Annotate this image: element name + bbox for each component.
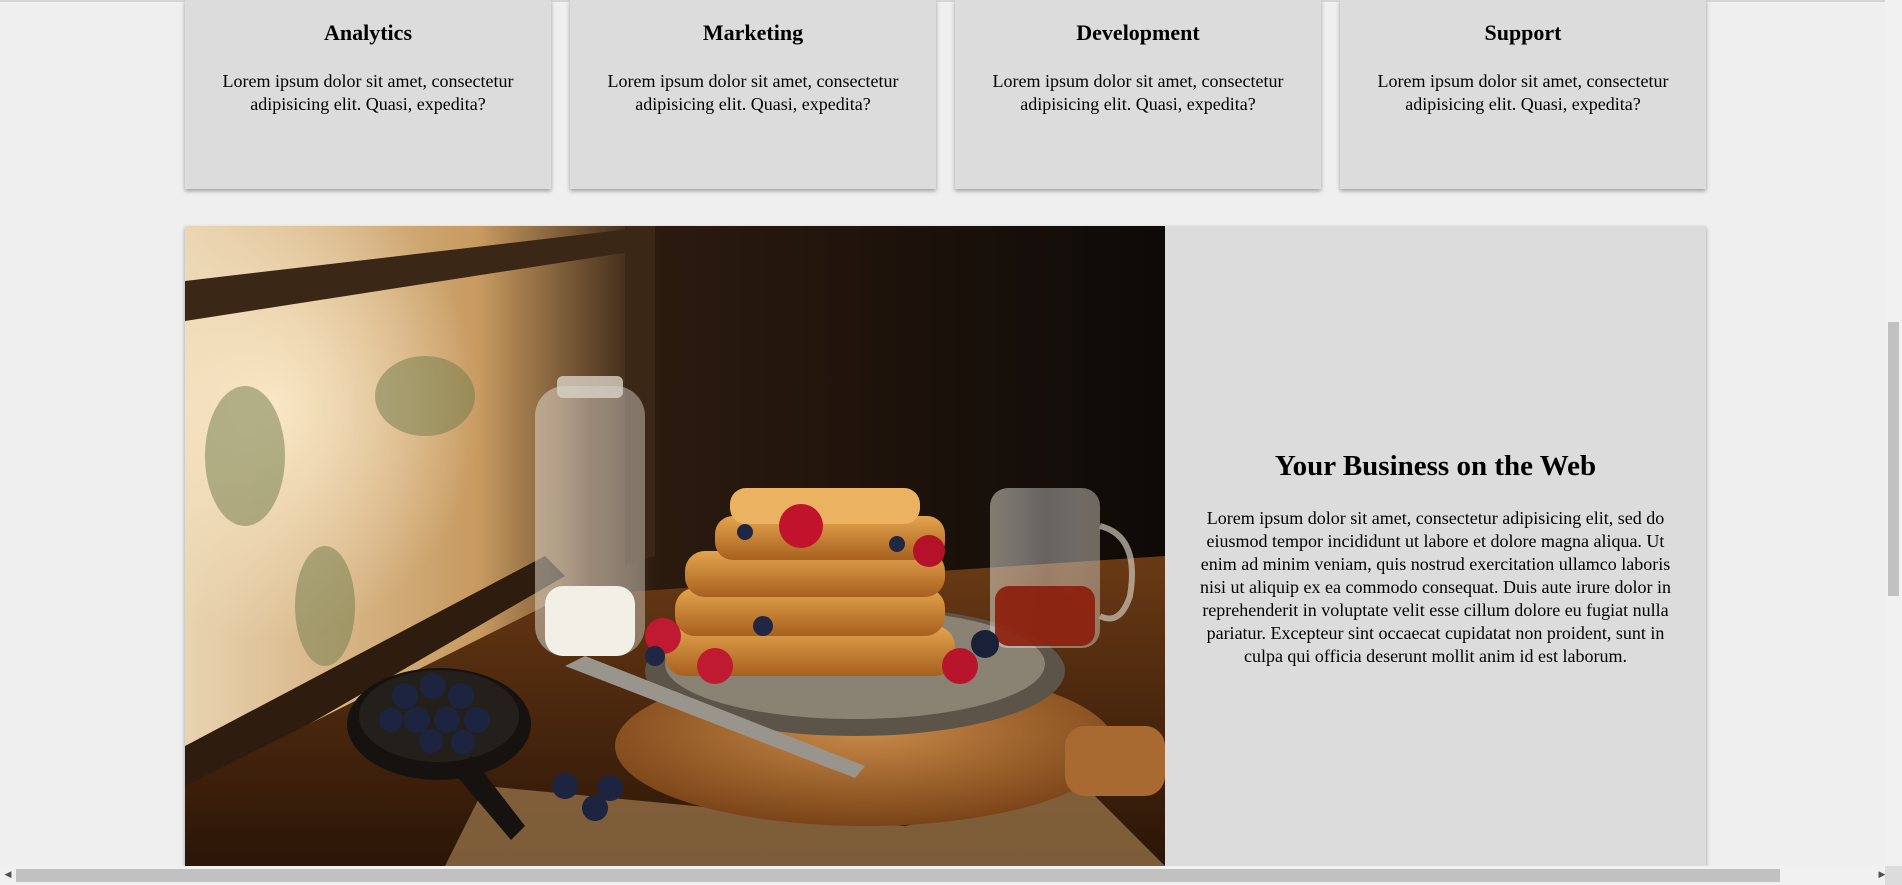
scroll-left-arrow-icon[interactable]: ◀: [2, 869, 14, 882]
feature-photo: [185, 226, 1165, 866]
vertical-scroll-thumb[interactable]: [1888, 322, 1899, 596]
vertical-scrollbar[interactable]: [1885, 0, 1902, 868]
feature-title: Your Business on the Web: [1274, 450, 1597, 482]
card-text: Lorem ipsum dolor sit amet, consectetur …: [607, 71, 899, 114]
card-text: Lorem ipsum dolor sit amet, consectetur …: [992, 71, 1284, 114]
feature-section: Your Business on the Web Lorem ipsum dol…: [185, 226, 1706, 866]
card-text: Lorem ipsum dolor sit amet, consectetur …: [222, 71, 514, 114]
card-support: Support Lorem ipsum dolor sit amet, cons…: [1340, 0, 1706, 189]
card-title: Analytics: [324, 20, 412, 45]
service-cards: Analytics Lorem ipsum dolor sit amet, co…: [185, 0, 1706, 190]
feature-text-panel: Your Business on the Web Lorem ipsum dol…: [1165, 226, 1706, 866]
card-analytics: Analytics Lorem ipsum dolor sit amet, co…: [185, 0, 551, 189]
horizontal-scrollbar[interactable]: ◀ ▶: [0, 866, 1902, 885]
scrollbar-corner: [1885, 866, 1902, 885]
feature-description: Lorem ipsum dolor sit amet, consectetur …: [1200, 508, 1671, 666]
card-title: Marketing: [702, 20, 804, 45]
horizontal-scroll-thumb[interactable]: [16, 869, 1780, 882]
card-title: Support: [1484, 20, 1562, 45]
card-marketing: Marketing Lorem ipsum dolor sit amet, co…: [570, 0, 936, 189]
card-development: Development Lorem ipsum dolor sit amet, …: [955, 0, 1321, 189]
card-title: Development: [1076, 20, 1200, 45]
card-text: Lorem ipsum dolor sit amet, consectetur …: [1377, 71, 1669, 114]
